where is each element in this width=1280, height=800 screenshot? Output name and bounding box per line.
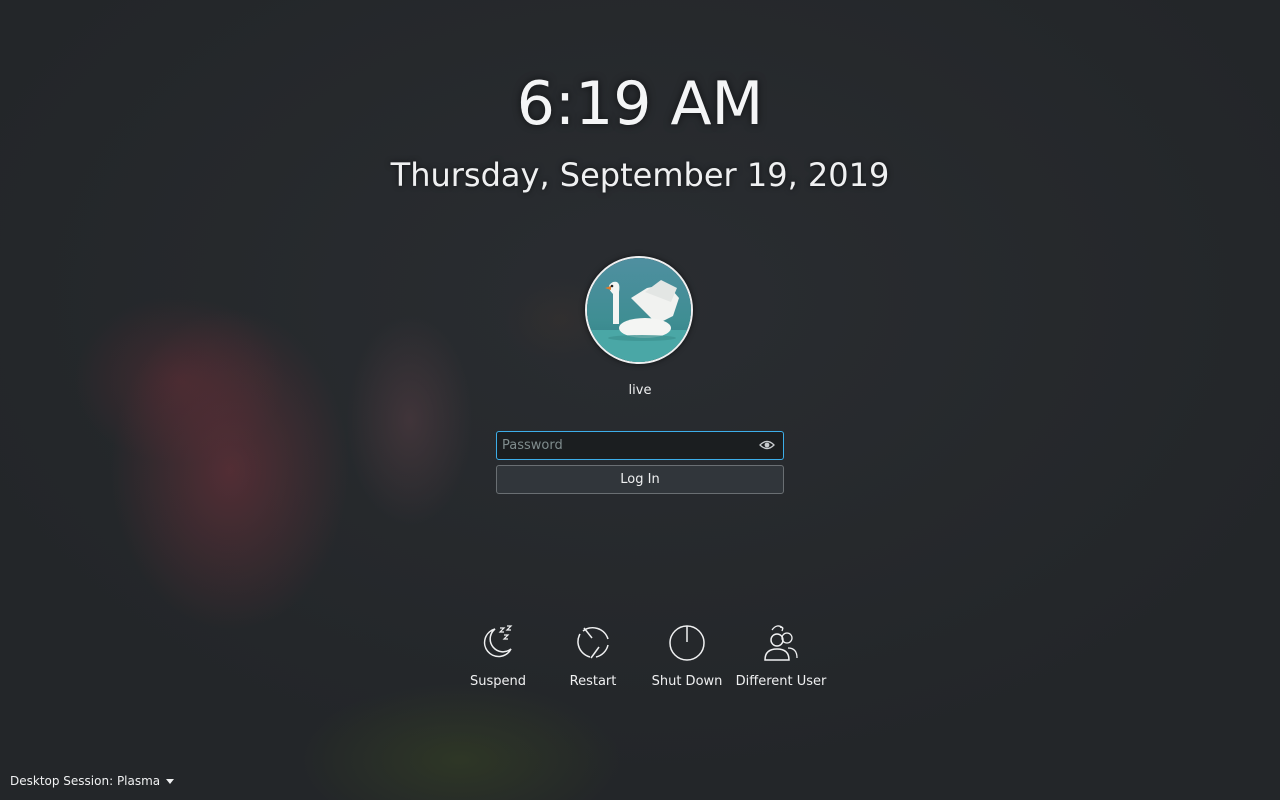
password-field-container [496,431,784,460]
suspend-button[interactable]: Suspend [451,622,545,690]
different-user-button[interactable]: Different User [734,622,828,690]
date-label: Thursday, September 19, 2019 [390,156,890,194]
shutdown-icon [669,625,705,661]
shut-down-label: Shut Down [651,674,723,689]
clock: 6:19 AM [516,69,764,139]
restart-button[interactable]: Restart [546,622,640,690]
eye-icon[interactable] [759,439,775,451]
shut-down-button[interactable]: Shut Down [640,622,734,690]
username-label: live [628,383,652,398]
password-input[interactable] [497,432,747,459]
chevron-down-icon [166,779,175,784]
swan-avatar-icon [587,258,691,362]
different-user-label: Different User [735,674,827,689]
different-user-icon [764,625,798,661]
session-selector[interactable]: Desktop Session: Plasma [10,773,175,789]
action-bar: Suspend Restart Shut Down Different User [0,622,1280,694]
log-in-button[interactable]: Log In [496,465,784,494]
suspend-icon [483,625,513,658]
login-screen: 6:19 AM Thursday, September 19, 2019 liv… [0,0,1280,800]
restart-label: Restart [569,674,617,689]
user-avatar[interactable] [585,256,693,364]
session-label: Desktop Session: Plasma [10,774,161,788]
restart-icon [577,627,609,659]
suspend-label: Suspend [469,674,526,689]
